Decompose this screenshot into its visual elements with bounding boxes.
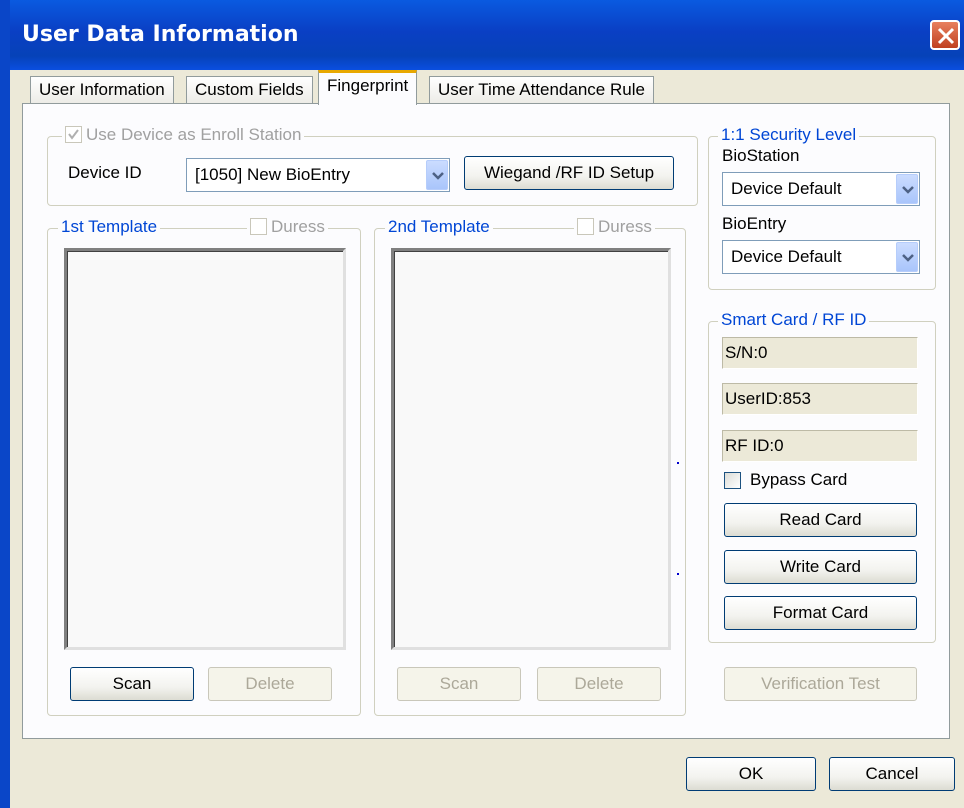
template1-duress: Duress <box>247 217 328 237</box>
use-device-checkbox[interactable] <box>65 126 82 143</box>
chevron-down-icon <box>896 174 918 204</box>
user-id-field: UserID:853 <box>722 383 918 415</box>
chevron-down-icon <box>426 160 448 190</box>
template2-delete-button[interactable]: Delete <box>537 667 661 701</box>
window-title: User Data Information <box>22 22 299 47</box>
template1-delete-button[interactable]: Delete <box>208 667 332 701</box>
template2-duress: Duress <box>574 217 655 237</box>
close-button[interactable] <box>930 20 960 50</box>
ok-button[interactable]: OK <box>686 757 816 791</box>
verification-test-button[interactable]: Verification Test <box>724 667 917 701</box>
biostation-select[interactable]: Device Default <box>722 172 920 206</box>
template2-scan-button[interactable]: Scan <box>397 667 521 701</box>
use-device-label: Use Device as Enroll Station <box>86 125 302 144</box>
chevron-down-icon <box>896 242 918 272</box>
template2-duress-label: Duress <box>598 217 652 236</box>
bypass-card-checkbox[interactable] <box>724 472 741 489</box>
artifact-dot <box>677 573 679 575</box>
format-card-button[interactable]: Format Card <box>724 596 917 630</box>
tab-user-information[interactable]: User Information <box>30 76 174 104</box>
artifact-dot <box>677 462 679 464</box>
enroll-station-legend: Use Device as Enroll Station <box>62 125 305 145</box>
rfid-field: RF ID:0 <box>722 430 918 462</box>
template1-scan-button[interactable]: Scan <box>70 667 194 701</box>
device-id-label: Device ID <box>68 163 142 182</box>
template1-legend: 1st Template <box>58 217 161 237</box>
biostation-value: Device Default <box>731 179 842 198</box>
tab-custom-fields[interactable]: Custom Fields <box>186 76 313 104</box>
window-border <box>0 70 10 808</box>
serial-number-field: S/N:0 <box>722 337 918 369</box>
check-icon <box>68 129 79 140</box>
template1-fingerprint-view <box>64 248 346 650</box>
bioentry-label: BioEntry <box>722 214 787 233</box>
tab-label: User Time Attendance Rule <box>438 80 645 99</box>
write-card-button[interactable]: Write Card <box>724 550 917 584</box>
tab-label: Custom Fields <box>195 80 304 99</box>
tab-fingerprint[interactable]: Fingerprint <box>318 70 418 105</box>
bioentry-value: Device Default <box>731 247 842 266</box>
read-card-button[interactable]: Read Card <box>724 503 917 537</box>
device-id-select[interactable]: [1050] New BioEntry <box>186 158 450 192</box>
wiegand-rfid-setup-button[interactable]: Wiegand /RF ID Setup <box>464 156 674 190</box>
template2-duress-checkbox[interactable] <box>577 218 594 235</box>
tab-label: User Information <box>39 80 165 99</box>
bypass-card-label: Bypass Card <box>750 470 848 489</box>
template2-fingerprint-view <box>391 248 671 650</box>
security-level-legend: 1:1 Security Level <box>718 125 860 145</box>
template1-duress-label: Duress <box>271 217 325 236</box>
tab-label: Fingerprint <box>327 76 409 95</box>
biostation-label: BioStation <box>722 146 800 165</box>
template1-duress-checkbox[interactable] <box>250 218 267 235</box>
cancel-button[interactable]: Cancel <box>829 757 955 791</box>
device-id-value: [1050] New BioEntry <box>195 165 350 184</box>
tab-user-time-attendance-rule[interactable]: User Time Attendance Rule <box>429 76 654 104</box>
template2-legend: 2nd Template <box>385 217 493 237</box>
close-icon <box>937 27 955 45</box>
bioentry-select[interactable]: Device Default <box>722 240 920 274</box>
smart-card-legend: Smart Card / RF ID <box>718 310 870 330</box>
